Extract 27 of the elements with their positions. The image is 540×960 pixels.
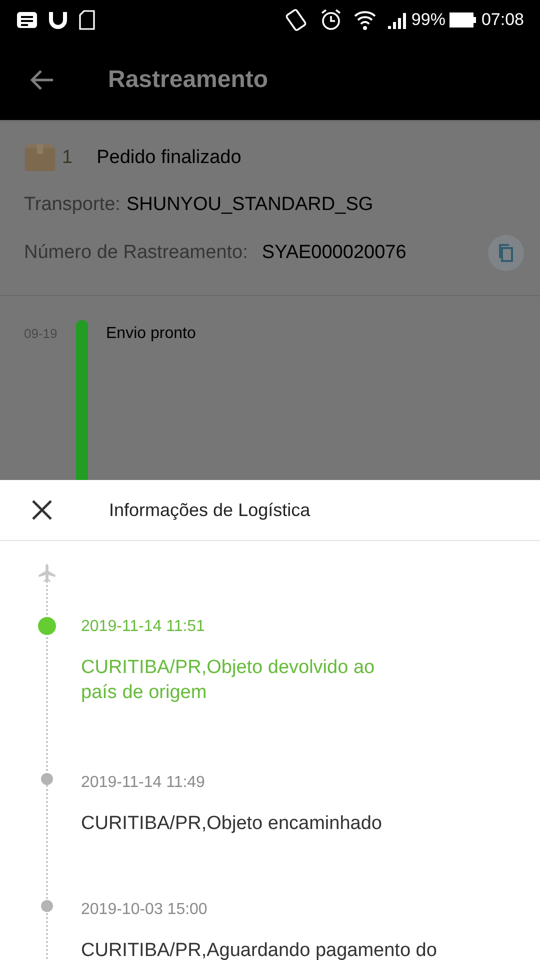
- order-status: Pedido finalizado: [96, 146, 242, 170]
- back-arrow-icon[interactable]: [30, 69, 54, 91]
- alarm-icon: [319, 8, 344, 32]
- event-time: 2019-11-14 11:49: [81, 773, 206, 793]
- event-time: 2019-10-03 15:00: [81, 900, 208, 920]
- event-description: CURITIBA/PR,Objeto devolvido ao país de origem: [81, 656, 376, 705]
- package-icon: [24, 144, 56, 172]
- event-description: CURITIBA/PR,Aguardando pagamento do: [81, 939, 438, 960]
- copy-icon: [498, 244, 514, 262]
- close-icon[interactable]: [31, 499, 53, 521]
- battery-icon: [449, 11, 478, 29]
- page-title: Rastreamento: [108, 65, 268, 95]
- clock: 07:08: [481, 9, 524, 32]
- tracking-number: SYAE000020076: [262, 240, 406, 265]
- event-description: CURITIBA/PR,Objeto encaminhado: [81, 812, 383, 836]
- magnet-icon: [48, 10, 68, 30]
- battery-percentage: 99%: [411, 9, 446, 32]
- event-time: 2019-11-14 11:51: [81, 617, 206, 637]
- wifi-icon: [353, 9, 378, 31]
- sheet-title: Informações de Logística: [109, 498, 310, 522]
- carrier-name: SHUNYOU_STANDARD_SG: [126, 192, 374, 216]
- carrier-label: Transporte:: [24, 192, 120, 216]
- sd-card-icon: [78, 10, 96, 30]
- notification-icon: [16, 10, 38, 30]
- item-count: 1: [62, 146, 73, 170]
- tracking-label: Número de Rastreamento:: [24, 240, 248, 265]
- event-title: Envio pronto: [106, 324, 196, 344]
